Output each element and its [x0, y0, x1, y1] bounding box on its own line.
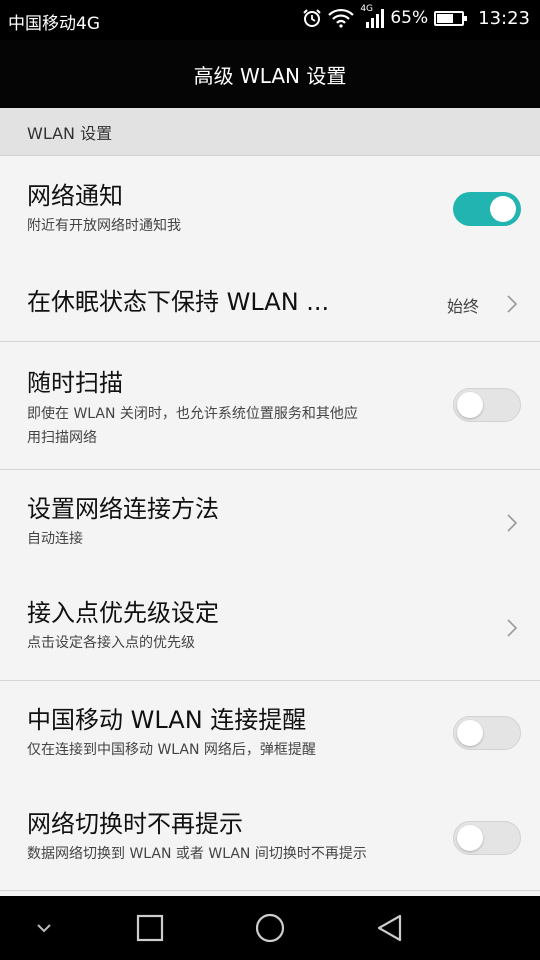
status-icons: 4G 65% 13:23 [302, 4, 530, 29]
battery-level [437, 13, 454, 23]
page-title: 高级 WLAN 设置 [193, 63, 347, 88]
carrier-label: 中国移动4G [8, 14, 100, 34]
signal-icon: 4G [360, 4, 385, 29]
status-time: 13:23 [478, 7, 530, 29]
setting-connection-method[interactable]: 设置网络连接方法 自动连接 [0, 470, 540, 574]
setting-subtitle: 数据网络切换到 WLAN 或者 WLAN 间切换时不再提示 [27, 846, 367, 862]
battery-percent: 65% [390, 8, 429, 28]
chevron-right-icon [507, 619, 518, 637]
section-header: WLAN 设置 [0, 108, 540, 156]
setting-keep-wlan-sleep[interactable]: 在休眠状态下保持 WLAN ... 始终 [0, 259, 540, 341]
setting-value: 始终 [446, 297, 479, 316]
cmcc-wlan-reminder-toggle[interactable] [453, 716, 521, 750]
setting-title: 接入点优先级设定 [27, 599, 219, 627]
navigation-bar [0, 896, 540, 960]
recents-icon[interactable] [134, 912, 166, 944]
setting-network-notification[interactable]: 网络通知 附近有开放网络时通知我 [0, 157, 540, 259]
toggle-knob [457, 720, 483, 746]
alarm-icon [302, 8, 322, 28]
setting-subtitle: 仅在连接到中国移动 WLAN 网络后，弹框提醒 [27, 742, 316, 758]
setting-cmcc-wlan-reminder[interactable]: 中国移动 WLAN 连接提醒 仅在连接到中国移动 WLAN 网络后，弹框提醒 [0, 681, 540, 785]
chevron-right-icon [507, 295, 518, 313]
section-label: WLAN 设置 [27, 123, 113, 143]
setting-subtitle: 附近有开放网络时通知我 [27, 218, 181, 234]
always-scan-toggle[interactable] [453, 388, 521, 422]
divider [0, 890, 540, 891]
screen: 中国移动4G 4G 65% 13:23 高级 WLAN 设置 WLAN 设置 网… [0, 0, 540, 960]
wifi-icon [328, 8, 355, 28]
no-switch-prompt-toggle[interactable] [453, 821, 521, 855]
setting-subtitle: 自动连接 [27, 531, 83, 547]
status-bar: 中国移动4G 4G 65% 13:23 [0, 0, 540, 40]
subtitle-line: 即使在 WLAN 关闭时，也允许系统位置服务和其他应 [27, 406, 358, 422]
setting-subtitle: 即使在 WLAN 关闭时，也允许系统位置服务和其他应 用扫描网络 [27, 402, 427, 450]
chevron-right-icon [507, 514, 518, 532]
setting-subtitle: 点击设定各接入点的优先级 [27, 635, 195, 651]
settings-list: 网络通知 附近有开放网络时通知我 在休眠状态下保持 WLAN ... 始终 随时… [0, 157, 540, 891]
battery-icon [434, 10, 468, 26]
chevron-down-icon[interactable] [34, 912, 54, 944]
toggle-knob [457, 825, 483, 851]
toggle-knob [490, 196, 516, 222]
setting-always-scan[interactable]: 随时扫描 即使在 WLAN 关闭时，也允许系统位置服务和其他应 用扫描网络 [0, 342, 540, 469]
network-badge: 4G [360, 4, 374, 14]
setting-no-switch-prompt[interactable]: 网络切换时不再提示 数据网络切换到 WLAN 或者 WLAN 间切换时不再提示 [0, 785, 540, 890]
back-icon[interactable] [374, 912, 406, 944]
title-bar: 高级 WLAN 设置 [0, 40, 540, 108]
setting-title: 设置网络连接方法 [27, 495, 219, 523]
network-notification-toggle[interactable] [453, 192, 521, 226]
setting-ap-priority[interactable]: 接入点优先级设定 点击设定各接入点的优先级 [0, 574, 540, 680]
home-icon[interactable] [254, 912, 286, 944]
toggle-knob [457, 392, 483, 418]
subtitle-line: 用扫描网络 [27, 430, 97, 446]
